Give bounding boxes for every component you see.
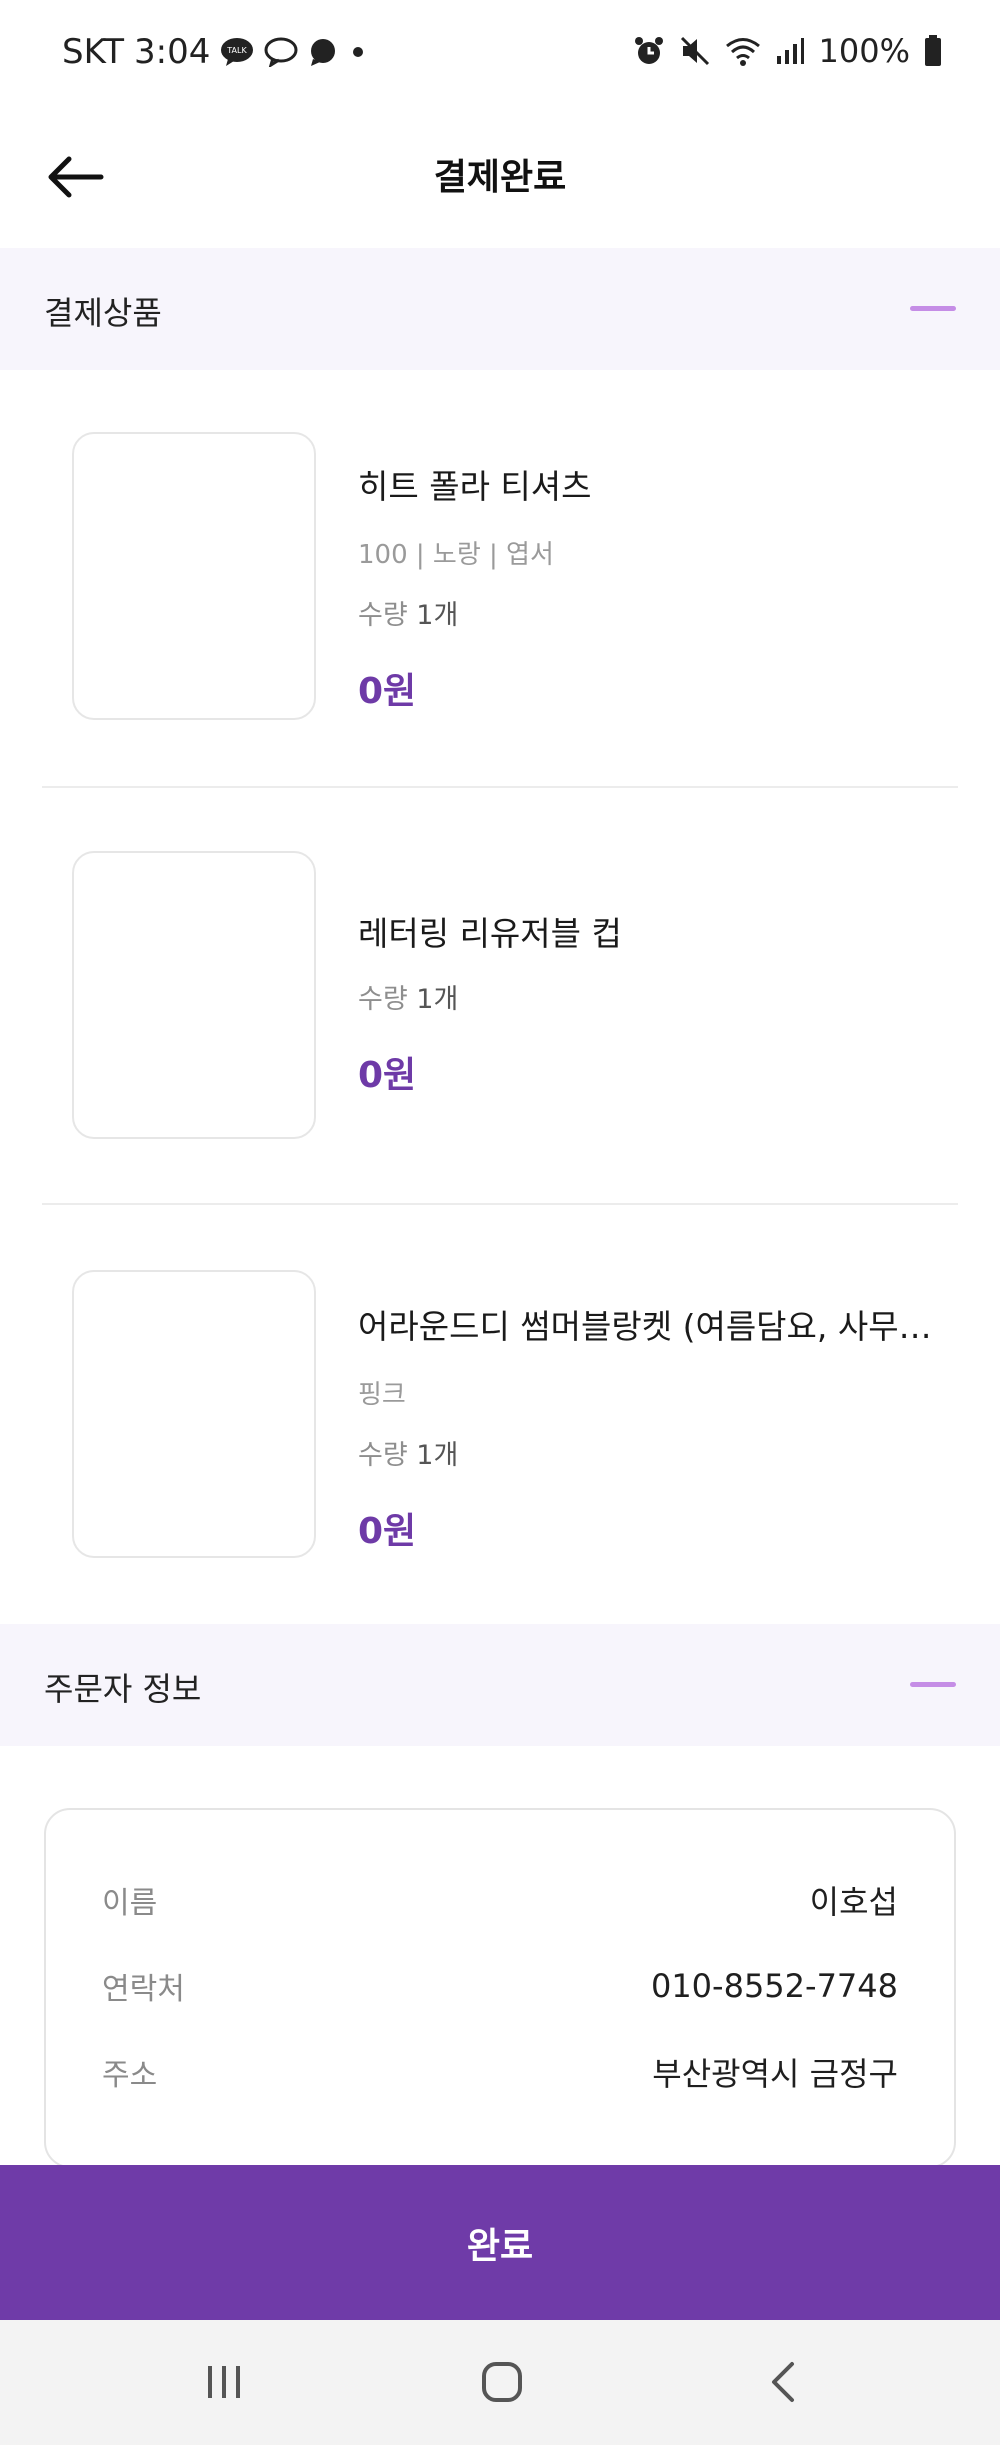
dot-icon <box>348 42 368 62</box>
product-quantity: 수량 1개 <box>358 600 459 631</box>
chat-bubble-icon <box>264 37 298 67</box>
signal-icon <box>775 36 805 66</box>
product-option: 100 | 노랑 | 엽서 <box>358 540 554 570</box>
product-quantity: 수량 1개 <box>358 1440 459 1471</box>
carrier-label: SKT <box>62 32 125 72</box>
talk-bubble-icon: TALK <box>220 37 254 67</box>
products-section-header[interactable]: 결제상품 <box>0 248 1000 370</box>
product-quantity: 수량 1개 <box>358 984 459 1015</box>
collapse-icon[interactable] <box>910 306 956 311</box>
svg-text:TALK: TALK <box>227 46 248 55</box>
product-name: 레터링 리유저블 컵 <box>358 914 622 953</box>
collapse-icon[interactable] <box>910 1682 956 1687</box>
product-thumbnail <box>72 851 316 1139</box>
system-nav-bar <box>0 2320 1000 2445</box>
mute-icon <box>679 35 711 67</box>
complete-button-label: 완료 <box>466 2225 534 2267</box>
home-button[interactable] <box>462 2350 542 2414</box>
orderer-row-address: 주소 부산광역시 금정구 <box>102 2047 898 2097</box>
recent-apps-button[interactable] <box>184 2350 264 2414</box>
product-option: 핑크 <box>358 1380 406 1410</box>
orderer-value: 부산광역시 금정구 <box>652 2055 898 2093</box>
section-title-products: 결제상품 <box>44 294 162 332</box>
app-header: 결제완료 <box>0 110 1000 245</box>
product-thumbnail <box>72 1270 316 1558</box>
message-icon <box>308 37 338 67</box>
orderer-row-phone: 연락처 010-8552-7748 <box>102 1961 898 2011</box>
orderer-section-header[interactable]: 주문자 정보 <box>0 1624 1000 1746</box>
page-title: 결제완료 <box>433 157 567 198</box>
orderer-info-card: 이름 이호섭 연락처 010-8552-7748 주소 부산광역시 금정구 <box>44 1808 956 2168</box>
product-name: 히트 폴라 티셔츠 <box>358 467 592 506</box>
product-price: 0원 <box>358 671 417 712</box>
alarm-icon <box>633 35 665 67</box>
product-name: 어라운드디 썸머블랑켓 (여름담요, 사무실담요, 캠핑담요) <box>358 1307 958 1346</box>
product-price: 0원 <box>358 1055 417 1096</box>
orderer-value: 이호섭 <box>809 1883 898 1921</box>
battery-label: 100% <box>818 32 910 70</box>
section-title-orderer: 주문자 정보 <box>44 1670 202 1708</box>
orderer-value: 010-8552-7748 <box>650 1967 898 2005</box>
orderer-label: 이름 <box>102 1886 158 1921</box>
system-back-button[interactable] <box>744 2350 824 2414</box>
status-bar: SKT 3:04 TALK 100% <box>0 0 1000 110</box>
divider <box>42 1203 958 1205</box>
orderer-label: 연락처 <box>102 1972 185 2007</box>
home-icon <box>482 2362 522 2402</box>
battery-icon <box>924 35 942 67</box>
complete-button[interactable]: 완료 <box>0 2165 1000 2320</box>
clock: 3:04 <box>134 32 211 72</box>
product-thumbnail <box>72 432 316 720</box>
product-price: 0원 <box>358 1511 417 1552</box>
orderer-label: 주소 <box>102 2058 158 2093</box>
divider <box>42 786 958 788</box>
back-icon <box>772 2362 794 2402</box>
wifi-icon <box>725 36 761 66</box>
recent-apps-icon <box>208 2366 240 2398</box>
orderer-row-name: 이름 이호섭 <box>102 1875 898 1925</box>
